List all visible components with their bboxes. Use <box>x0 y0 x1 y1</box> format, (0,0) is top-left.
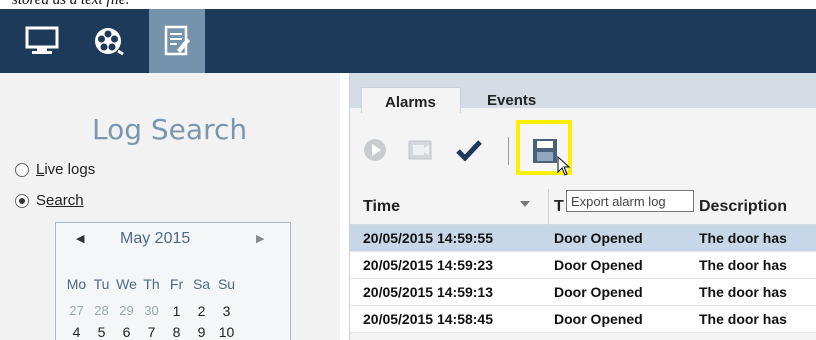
cell-type: Door Opened <box>554 230 643 246</box>
calendar-day[interactable]: 9 <box>189 324 214 340</box>
table-row[interactable]: 20/05/2015 14:59:23 Door Opened The door… <box>350 252 816 279</box>
live-logs-accel: L <box>36 161 45 178</box>
monitor-button[interactable] <box>14 9 70 73</box>
column-type[interactable]: T <box>554 198 564 216</box>
log-search-title: Log Search <box>92 113 248 146</box>
calendar-day[interactable]: 28 <box>89 303 114 319</box>
tab-alarms-label: Alarms <box>385 94 436 111</box>
day-header: Su <box>217 276 236 292</box>
alarms-panel: Alarms Events Time T Description 20/05/2… <box>349 73 816 340</box>
search-label-first: S <box>36 192 47 209</box>
calendar-week-1: 27 28 29 30 1 2 3 <box>64 303 239 319</box>
main-toolbar <box>0 9 816 73</box>
calendar-day[interactable]: 4 <box>64 324 89 340</box>
film-reel-icon <box>95 28 124 56</box>
day-header: Mo <box>66 276 87 292</box>
date-calendar[interactable]: ◀ May 2015 ▶ Mo Tu We Th Fr Sa Su 27 28 … <box>55 222 291 340</box>
search-radio-circle[interactable] <box>15 193 29 208</box>
calendar-day[interactable]: 10 <box>214 324 239 340</box>
calendar-day[interactable]: 30 <box>139 303 164 319</box>
tab-bar: Alarms Events <box>350 73 816 113</box>
cell-description: The door has <box>699 311 787 327</box>
checkmark-icon <box>456 140 482 161</box>
calendar-day[interactable]: 2 <box>189 303 214 319</box>
calendar-day-headers: Mo Tu We Th Fr Sa Su <box>64 276 239 292</box>
monitor-icon <box>25 26 59 54</box>
sort-descending-icon <box>520 201 530 207</box>
log-search-panel: Log Search Live logs Search ◀ May 2015 ▶… <box>0 73 340 340</box>
calendar-header: ◀ May 2015 ▶ <box>56 230 290 248</box>
caption-text: stored as a text file. <box>12 0 130 8</box>
log-button[interactable] <box>149 9 205 73</box>
column-divider <box>548 189 549 225</box>
calendar-day[interactable]: 29 <box>114 303 139 319</box>
tab-alarms[interactable]: Alarms <box>361 87 461 113</box>
log-document-icon <box>164 25 190 56</box>
day-header: Fr <box>169 276 184 292</box>
cell-description: The door has <box>699 230 787 246</box>
calendar-week-2: 4 5 6 7 8 9 10 <box>64 324 239 340</box>
calendar-day[interactable]: 5 <box>89 324 114 340</box>
cell-time: 20/05/2015 14:59:23 <box>363 257 493 273</box>
play-icon <box>364 139 386 161</box>
cell-time: 20/05/2015 14:59:55 <box>363 230 493 246</box>
cell-time: 20/05/2015 14:59:13 <box>363 284 493 300</box>
search-accel: earch <box>46 192 84 209</box>
calendar-day[interactable]: 6 <box>114 324 139 340</box>
export-tooltip: Export alarm log <box>566 190 694 212</box>
calendar-month-label[interactable]: May 2015 <box>120 230 190 248</box>
video-button[interactable] <box>405 135 435 165</box>
day-header: Tu <box>93 276 110 292</box>
calendar-day[interactable]: 3 <box>214 303 239 319</box>
alarm-toolbar <box>350 113 816 189</box>
cell-type: Door Opened <box>554 311 643 327</box>
playback-button[interactable] <box>80 9 136 73</box>
table-row[interactable]: 20/05/2015 14:58:45 Door Opened The door… <box>350 306 816 333</box>
toolbar-separator <box>508 137 509 165</box>
cell-description: The door has <box>699 284 787 300</box>
calendar-day[interactable]: 1 <box>164 303 189 319</box>
day-header: We <box>116 276 137 292</box>
mouse-pointer-icon <box>557 156 571 176</box>
day-header: Sa <box>192 276 211 292</box>
search-radio[interactable]: Search <box>15 192 84 209</box>
column-description[interactable]: Description <box>699 198 787 216</box>
day-header: Th <box>143 276 160 292</box>
tab-events-label: Events <box>487 92 537 109</box>
cell-description: The door has <box>699 257 787 273</box>
tab-events[interactable]: Events <box>487 87 536 113</box>
caption-strip: stored as a text file. <box>0 0 816 9</box>
cell-type: Door Opened <box>554 284 643 300</box>
column-time[interactable]: Time <box>363 198 400 216</box>
table-row[interactable]: 20/05/2015 14:59:55 Door Opened The door… <box>350 225 816 252</box>
play-button[interactable] <box>360 135 390 165</box>
live-logs-radio[interactable]: Live logs <box>15 161 95 178</box>
calendar-day[interactable]: 7 <box>139 324 164 340</box>
acknowledge-button[interactable] <box>454 135 484 165</box>
cell-time: 20/05/2015 14:58:45 <box>363 311 493 327</box>
live-logs-radio-circle[interactable] <box>15 162 29 177</box>
next-month-button[interactable]: ▶ <box>256 232 264 245</box>
calendar-day[interactable]: 8 <box>164 324 189 340</box>
table-row[interactable]: 20/05/2015 14:59:13 Door Opened The door… <box>350 279 816 306</box>
video-clip-icon <box>408 140 432 160</box>
prev-month-button[interactable]: ◀ <box>76 232 84 245</box>
calendar-day[interactable]: 27 <box>64 303 89 319</box>
live-logs-label: ive logs <box>44 161 96 178</box>
cell-type: Door Opened <box>554 257 643 273</box>
